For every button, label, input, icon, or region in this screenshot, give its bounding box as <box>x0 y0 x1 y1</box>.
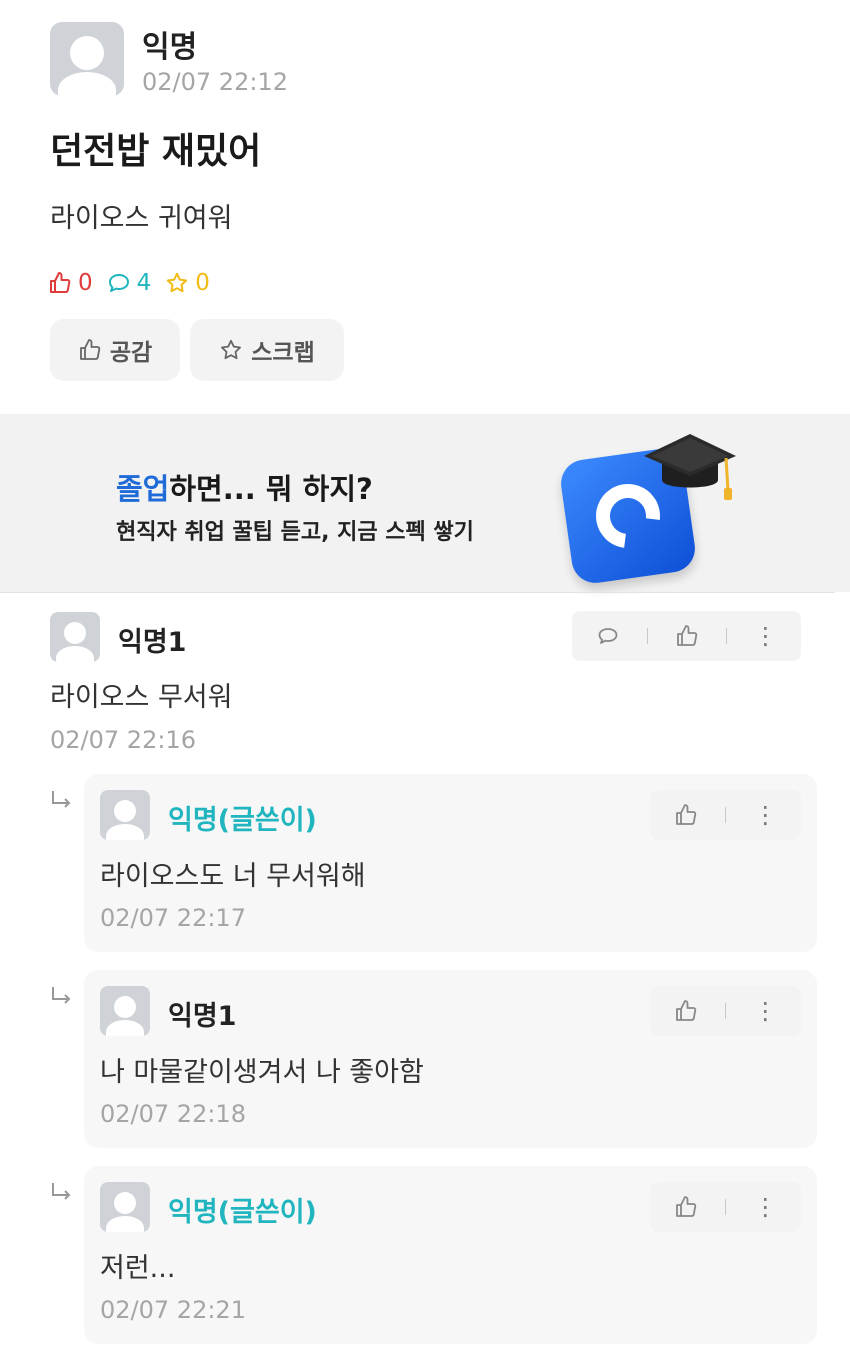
post-body: 라이오스 귀여워 <box>50 203 233 234</box>
reply-author: 익명(글쓴이) <box>168 805 317 836</box>
star-icon <box>167 272 188 293</box>
banner-subtitle: 현직자 취업 꿀팁 듣고, 지금 스펙 쌓기 <box>116 520 474 545</box>
comment-count-value: 4 <box>136 270 152 296</box>
reply-arrow-icon <box>52 1183 71 1200</box>
like-button[interactable]: 공감 <box>50 319 180 381</box>
reply-arrow-icon <box>52 791 71 808</box>
more-options-icon[interactable]: ⋮ <box>753 999 777 1023</box>
comment-actions: ⋮ <box>572 611 801 661</box>
reply-item: 익명1 ⋮ 나 마물같이생겨서 나 좋아함 02/07 22:18 <box>84 970 817 1148</box>
action-separator <box>724 807 726 823</box>
avatar-head <box>64 622 86 644</box>
action-separator <box>724 1199 726 1215</box>
avatar-body <box>106 824 144 840</box>
section-divider <box>0 592 835 593</box>
comment-timestamp: 02/07 22:16 <box>50 726 196 754</box>
avatar-head <box>114 1192 136 1214</box>
reply-avatar <box>100 1182 150 1232</box>
like-button-label: 공감 <box>109 340 153 366</box>
post-timestamp: 02/07 22:12 <box>142 68 288 96</box>
reply-author: 익명(글쓴이) <box>168 1197 317 1228</box>
reply-item: 익명(글쓴이) ⋮ 라이오스도 너 무서워해 02/07 22:17 <box>84 774 817 952</box>
thumbs-up-icon <box>79 339 101 360</box>
thumbs-up-icon[interactable] <box>675 624 699 648</box>
more-options-icon[interactable]: ⋮ <box>754 624 778 648</box>
banner-title-highlight: 졸업 <box>116 472 170 506</box>
post-stats: 0 4 0 <box>48 270 210 296</box>
action-separator <box>725 628 727 644</box>
more-options-icon[interactable]: ⋮ <box>753 1195 777 1219</box>
like-count: 0 <box>48 270 93 296</box>
reply-timestamp: 02/07 22:21 <box>100 1296 246 1324</box>
post-author-avatar <box>50 22 124 96</box>
banner-title: 졸업하면... 뭐 하지? <box>116 466 373 508</box>
like-count-value: 0 <box>78 270 93 296</box>
reply-arrow-icon <box>52 987 71 1004</box>
reply-icon[interactable] <box>596 624 620 648</box>
promo-banner[interactable]: 졸업하면... 뭐 하지? 현직자 취업 꿀팁 듣고, 지금 스펙 쌓기 <box>0 414 850 592</box>
reply-avatar <box>100 790 150 840</box>
comment-author: 익명1 <box>118 627 187 658</box>
action-separator <box>646 628 648 644</box>
avatar-head <box>70 36 104 70</box>
avatar-body <box>106 1216 144 1232</box>
graduation-cap-icon <box>644 434 736 500</box>
reply-actions: ⋮ <box>650 986 801 1036</box>
reply-timestamp: 02/07 22:18 <box>100 1100 246 1128</box>
avatar-body <box>56 646 94 662</box>
post-title: 던전밥 재밌어 <box>50 131 262 172</box>
comment-count: 4 <box>107 270 152 296</box>
reply-actions: ⋮ <box>650 790 801 840</box>
reply-avatar <box>100 986 150 1036</box>
thumbs-up-icon[interactable] <box>674 999 698 1023</box>
speech-bubble-icon <box>108 274 129 292</box>
scrap-count-value: 0 <box>195 270 210 296</box>
reply-item: 익명(글쓴이) ⋮ 저런... 02/07 22:21 <box>84 1166 817 1344</box>
avatar-body <box>106 1020 144 1036</box>
avatar-head <box>114 996 136 1018</box>
avatar-head <box>114 800 136 822</box>
reply-text: 라이오스도 너 무서워해 <box>100 861 366 892</box>
reply-author: 익명1 <box>168 1001 237 1032</box>
reply-text: 나 마물같이생겨서 나 좋아함 <box>100 1057 424 1088</box>
comment-text: 라이오스 무서워 <box>50 682 233 713</box>
post-author-name: 익명 <box>142 30 198 65</box>
banner-title-rest: 하면... 뭐 하지? <box>169 472 373 506</box>
star-icon <box>221 339 242 360</box>
avatar-body <box>58 72 116 96</box>
scrap-button[interactable]: 스크랩 <box>190 319 344 381</box>
action-separator <box>724 1003 726 1019</box>
thumbs-up-icon <box>50 272 71 293</box>
reply-text: 저런... <box>100 1253 176 1284</box>
reply-timestamp: 02/07 22:17 <box>100 904 246 932</box>
reply-actions: ⋮ <box>650 1182 801 1232</box>
thumbs-up-icon[interactable] <box>674 1195 698 1219</box>
scrap-button-label: 스크랩 <box>251 340 315 366</box>
thumbs-up-icon[interactable] <box>674 803 698 827</box>
scrap-count: 0 <box>165 270 210 296</box>
more-options-icon[interactable]: ⋮ <box>753 803 777 827</box>
comment-avatar <box>50 612 100 662</box>
